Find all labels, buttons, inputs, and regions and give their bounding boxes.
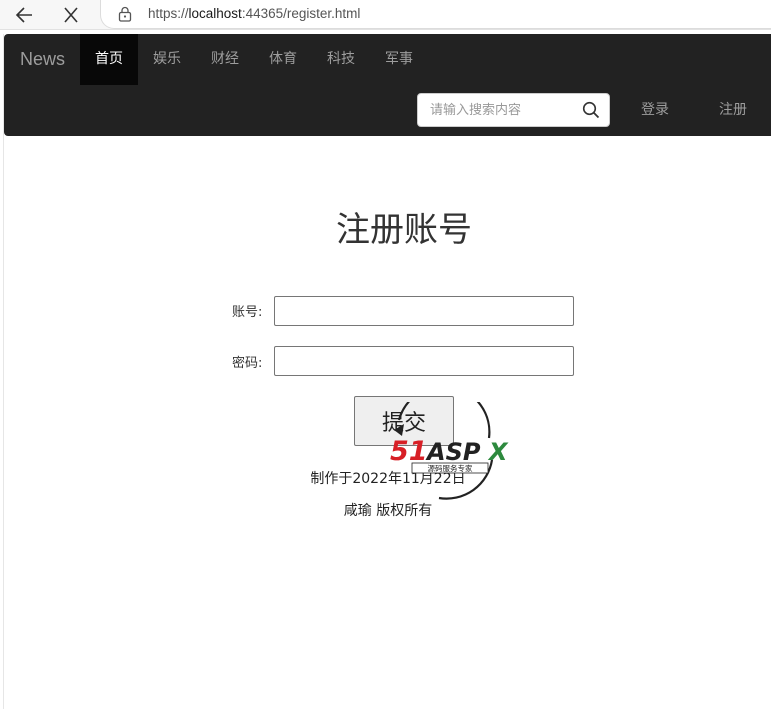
close-icon[interactable] bbox=[58, 4, 84, 26]
page-title: 注册账号 bbox=[336, 210, 472, 250]
password-label: 密码: bbox=[232, 356, 263, 371]
search-box bbox=[417, 93, 610, 127]
nav-item-sports[interactable]: 体育 bbox=[254, 34, 312, 85]
address-bar[interactable]: https://localhost:44365/register.html bbox=[100, 0, 771, 29]
nav-item-entertainment[interactable]: 娱乐 bbox=[138, 34, 196, 85]
watermark-logo: 51 ASP X 源码服务专家 bbox=[390, 402, 509, 500]
account-label: 账号: bbox=[232, 305, 263, 320]
search-icon[interactable] bbox=[582, 101, 600, 119]
svg-text:X: X bbox=[487, 438, 509, 466]
brand-logo[interactable]: News bbox=[20, 49, 65, 70]
svg-text:ASP: ASP bbox=[425, 438, 481, 466]
lock-icon[interactable] bbox=[118, 6, 132, 22]
login-link[interactable]: 登录 bbox=[641, 93, 669, 127]
nav-item-military[interactable]: 军事 bbox=[370, 34, 428, 85]
password-input[interactable] bbox=[274, 346, 574, 376]
nav-item-finance[interactable]: 财经 bbox=[196, 34, 254, 85]
svg-text:51: 51 bbox=[390, 436, 428, 467]
url-text[interactable]: https://localhost:44365/register.html bbox=[148, 6, 360, 21]
register-link[interactable]: 注册 bbox=[719, 93, 747, 127]
url-path: :44365/register.html bbox=[241, 6, 361, 21]
back-arrow-icon[interactable] bbox=[12, 4, 38, 26]
page-content: News 首页 娱乐 财经 体育 科技 军事 登录 注册 注册账号 账号: 密码… bbox=[3, 34, 771, 709]
browser-toolbar: https://localhost:44365/register.html bbox=[0, 0, 771, 30]
url-scheme: https:// bbox=[148, 6, 189, 21]
footer-copyright: 咸瑜 版权所有 bbox=[343, 503, 433, 519]
nav-item-tech[interactable]: 科技 bbox=[312, 34, 370, 85]
nav-item-home[interactable]: 首页 bbox=[80, 34, 138, 85]
navbar: News 首页 娱乐 财经 体育 科技 军事 登录 注册 bbox=[4, 34, 771, 136]
search-input[interactable] bbox=[418, 94, 578, 126]
svg-text:源码服务专家: 源码服务专家 bbox=[428, 463, 473, 473]
account-input[interactable] bbox=[274, 296, 574, 326]
url-host: localhost bbox=[188, 6, 242, 21]
